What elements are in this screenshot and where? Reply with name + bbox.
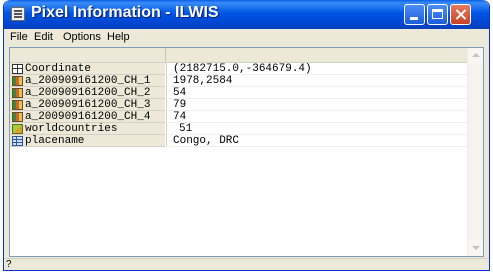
- row-value-cell[interactable]: (2182715.0,-364679.4): [166, 63, 467, 75]
- close-button[interactable]: [450, 4, 471, 25]
- coordinate-icon: [12, 64, 23, 74]
- scroll-down-button[interactable]: [468, 240, 483, 256]
- scroll-up-button[interactable]: [468, 48, 483, 64]
- row-name-cell[interactable]: a_200909161200_CH_3: [10, 99, 165, 111]
- row-value: (2182715.0,-364679.4): [173, 63, 312, 75]
- row-name-cell[interactable]: a_200909161200_CH_2: [10, 87, 165, 99]
- table-icon: [12, 136, 23, 146]
- row-name: worldcountries: [25, 123, 118, 135]
- chevron-up-icon: [472, 53, 480, 57]
- pixel-information-window: Pixel Information - ILWIS File Edit Opti…: [3, 0, 490, 271]
- row-value: 51: [179, 123, 193, 135]
- grid-row-raster[interactable]: a_200909161200_CH_3 79: [10, 99, 467, 111]
- row-name-cell[interactable]: a_200909161200_CH_1: [10, 75, 165, 87]
- raster-map-icon: [12, 112, 23, 122]
- row-value: Congo, DRC: [173, 135, 240, 147]
- row-name-cell[interactable]: Coordinate: [10, 63, 165, 75]
- row-value-cell[interactable]: 54: [166, 87, 467, 99]
- title-bar[interactable]: Pixel Information - ILWIS: [4, 0, 489, 29]
- polygon-map-icon: [12, 124, 23, 134]
- row-name-cell[interactable]: worldcountries: [10, 123, 165, 135]
- status-divider: [4, 258, 489, 259]
- row-name: a_200909161200_CH_2: [25, 87, 151, 99]
- minimize-icon: [410, 17, 418, 20]
- row-value-cell[interactable]: 51: [166, 123, 467, 135]
- chevron-down-icon: [472, 246, 480, 250]
- row-value-cell[interactable]: 74: [166, 111, 467, 123]
- menu-edit[interactable]: Edit: [34, 31, 53, 43]
- raster-map-icon: [12, 76, 23, 86]
- raster-map-icon: [12, 88, 23, 98]
- row-value: 1978,2584: [173, 75, 233, 87]
- app-window-icon[interactable]: [11, 7, 25, 21]
- row-value-cell[interactable]: 79: [166, 99, 467, 111]
- raster-map-icon: [12, 100, 23, 110]
- row-name: a_200909161200_CH_4: [25, 111, 151, 123]
- row-name: Coordinate: [25, 63, 92, 75]
- menu-help[interactable]: Help: [107, 31, 130, 43]
- grid-row-raster[interactable]: a_200909161200_CH_4 74: [10, 111, 467, 123]
- pixel-info-grid[interactable]: Coordinate (2182715.0,-364679.4) a_20090…: [9, 47, 484, 257]
- row-name: placename: [25, 135, 85, 147]
- status-text: ?: [6, 259, 12, 270]
- row-value-cell[interactable]: 1978,2584: [166, 75, 467, 87]
- minimize-button[interactable]: [404, 4, 425, 25]
- row-value: 79: [173, 99, 187, 111]
- row-name: a_200909161200_CH_3: [25, 99, 151, 111]
- column-divider[interactable]: [165, 48, 166, 62]
- row-name-cell[interactable]: placename: [10, 135, 165, 147]
- grid-row-table[interactable]: placename Congo, DRC: [10, 135, 467, 147]
- row-value: 74: [173, 111, 187, 123]
- maximize-button[interactable]: [427, 4, 448, 25]
- close-icon: [451, 5, 470, 24]
- maximize-icon: [432, 9, 443, 19]
- grid-row-coordinate[interactable]: Coordinate (2182715.0,-364679.4): [10, 63, 467, 75]
- row-value-cell[interactable]: Congo, DRC: [166, 135, 467, 147]
- row-value: 54: [173, 87, 187, 99]
- grid-row-raster[interactable]: a_200909161200_CH_2 54: [10, 87, 467, 99]
- menu-file[interactable]: File: [10, 31, 28, 43]
- grid-row-polygon[interactable]: worldcountries 51: [10, 123, 467, 135]
- grid-row-raster[interactable]: a_200909161200_CH_1 1978,2584: [10, 75, 467, 87]
- row-name: a_200909161200_CH_1: [25, 75, 151, 87]
- window-title: Pixel Information - ILWIS: [31, 4, 219, 21]
- vertical-scrollbar[interactable]: [467, 48, 483, 256]
- row-name-cell[interactable]: a_200909161200_CH_4: [10, 111, 165, 123]
- menu-bar: File Edit Options Help: [4, 29, 489, 46]
- status-bar: ?: [4, 258, 489, 270]
- menu-options[interactable]: Options: [63, 31, 101, 43]
- grid-header: [10, 48, 467, 63]
